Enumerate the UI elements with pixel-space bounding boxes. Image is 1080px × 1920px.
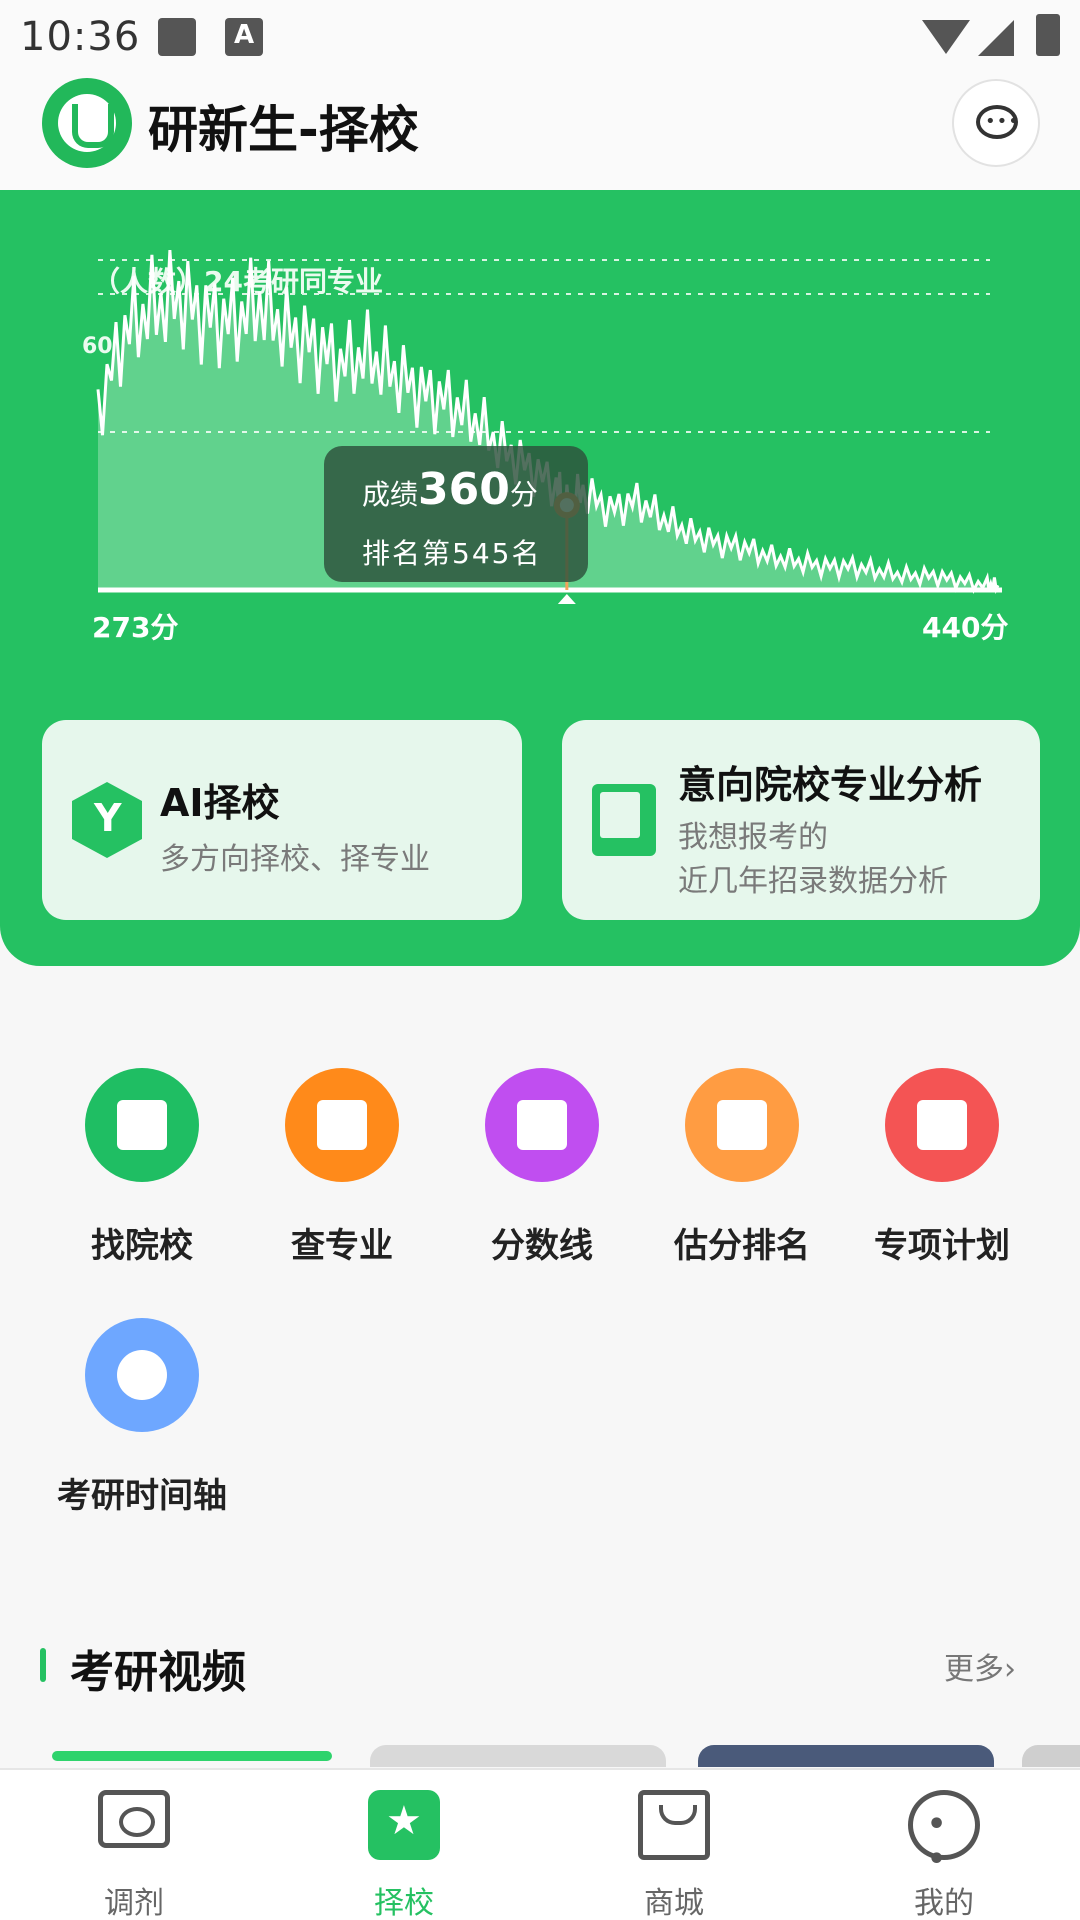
university-icon xyxy=(85,1068,199,1182)
score-panel: （人数）24考研同专业 60 成绩360分 排名第545名 273分 440分 … xyxy=(0,190,1080,966)
shopping-bag-icon xyxy=(638,1790,710,1860)
app-screen: 10:36 研新生-择校 ••• （人数）24考研同专业 60 xyxy=(0,0,1080,1920)
highlight-pointer xyxy=(557,594,576,604)
grid-item-major[interactable]: 查专业 xyxy=(242,1068,442,1268)
ai-card-title: AI择校 xyxy=(160,781,280,825)
video-thumbnail[interactable] xyxy=(1022,1745,1080,1767)
status-time: 10:36 xyxy=(20,14,141,60)
image-notification-icon xyxy=(158,18,196,56)
book-icon xyxy=(592,784,656,856)
app-header: 研新生-择校 ••• xyxy=(0,74,1080,190)
ranking-icon xyxy=(685,1068,799,1182)
nav-label: 调剂 xyxy=(104,1886,164,1920)
message-button[interactable]: ••• xyxy=(952,79,1040,167)
intent-card-subtitle-2: 近几年招录数据分析 xyxy=(678,864,948,899)
video-thumbnail[interactable] xyxy=(698,1745,994,1767)
grid-item-find-school[interactable]: 找院校 xyxy=(42,1068,242,1268)
app-title: 研新生-择校 xyxy=(148,101,419,159)
tooltip-rank: 排名第545名 xyxy=(362,537,542,570)
grid-item-label: 分数线 xyxy=(491,1226,593,1266)
wifi-icon xyxy=(922,20,970,54)
nav-tab-school[interactable]: 择校 xyxy=(304,1770,504,1920)
app-logo-icon xyxy=(42,78,132,168)
text-notification-icon xyxy=(225,18,263,56)
section-title: 考研视频 xyxy=(70,1647,246,1698)
star-icon xyxy=(368,1790,440,1860)
alarm-clock-icon xyxy=(85,1318,199,1432)
smile-face-icon xyxy=(908,1790,980,1877)
x-min-label: 273分 xyxy=(92,611,179,644)
video-thumbnail[interactable] xyxy=(370,1745,666,1767)
nav-label: 择校 xyxy=(374,1886,434,1920)
x-max-label: 440分 xyxy=(922,611,1009,644)
nav-tab-mall[interactable]: 商城 xyxy=(574,1770,774,1920)
grid-item-label: 估分排名 xyxy=(674,1226,810,1266)
bar-chart-icon xyxy=(485,1068,599,1182)
plan-icon xyxy=(885,1068,999,1182)
more-link[interactable]: 更多› xyxy=(944,1644,1016,1688)
grid-item-score-line[interactable]: 分数线 xyxy=(442,1068,642,1268)
grid-item-timeline[interactable]: 考研时间轴 xyxy=(42,1318,242,1518)
intent-card-title: 意向院校专业分析 xyxy=(678,763,983,807)
book-icon xyxy=(285,1068,399,1182)
intent-analysis-card[interactable]: 意向院校专业分析 我想报考的 近几年招录数据分析 xyxy=(562,720,1040,920)
monitor-eye-icon xyxy=(98,1790,170,1848)
grid-item-label: 专项计划 xyxy=(874,1226,1010,1266)
tooltip-score-value: 360 xyxy=(418,464,510,515)
video-carousel[interactable] xyxy=(0,1745,1080,1767)
grid-item-special-plan[interactable]: 专项计划 xyxy=(842,1068,1042,1268)
grid-item-label: 考研时间轴 xyxy=(57,1476,227,1516)
nav-label: 我的 xyxy=(914,1886,974,1920)
status-bar: 10:36 xyxy=(0,0,1080,74)
ai-school-card[interactable]: AI择校 多方向择校、择专业 xyxy=(42,720,522,920)
nav-tab-mine[interactable]: 我的 xyxy=(844,1770,1044,1920)
tooltip-score-suffix: 分 xyxy=(509,478,538,511)
grid-item-label: 找院校 xyxy=(91,1226,193,1266)
tooltip-score-prefix: 成绩 xyxy=(362,478,419,511)
ai-card-subtitle: 多方向择校、择专业 xyxy=(160,842,430,877)
cell-signal-icon xyxy=(978,20,1014,56)
grid-item-ranking[interactable]: 估分排名 xyxy=(642,1068,842,1268)
video-thumbnail[interactable] xyxy=(52,1751,332,1761)
score-tooltip: 成绩360分 排名第545名 xyxy=(324,446,588,582)
section-accent-bar xyxy=(40,1648,46,1682)
grid-item-label: 查专业 xyxy=(291,1226,393,1266)
nav-tab-adjust[interactable]: 调剂 xyxy=(34,1770,234,1920)
intent-card-subtitle-1: 我想报考的 xyxy=(678,820,828,855)
score-distribution-chart[interactable]: （人数）24考研同专业 60 成绩360分 排名第545名 273分 440分 xyxy=(0,190,1080,650)
bottom-nav: 调剂 择校 商城 我的 xyxy=(0,1768,1080,1920)
cube-icon xyxy=(72,782,142,858)
nav-label: 商城 xyxy=(644,1886,704,1920)
battery-icon xyxy=(1036,14,1060,56)
